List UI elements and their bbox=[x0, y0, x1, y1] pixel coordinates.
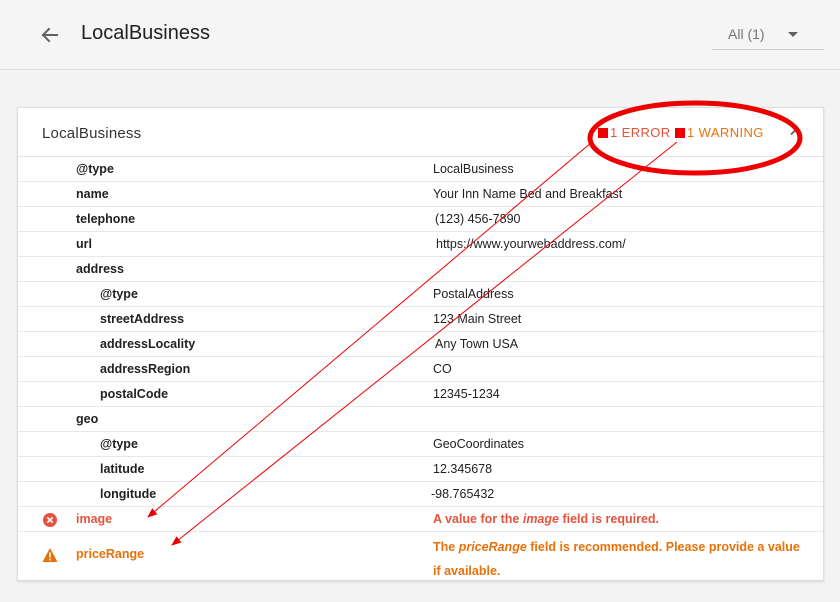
property-key: streetAddress bbox=[100, 312, 185, 326]
table-row: @type GeoCoordinates bbox=[18, 432, 823, 457]
property-key: @type bbox=[76, 162, 114, 176]
warning-count-badge[interactable]: 1 WARNING bbox=[675, 125, 764, 140]
result-card: LocalBusiness 1 ERROR 1 WARNING @type Lo… bbox=[17, 107, 824, 581]
property-key: url bbox=[76, 237, 92, 251]
property-key: longitude bbox=[100, 487, 157, 501]
property-value: 12.345678 bbox=[433, 462, 493, 476]
error-circle-icon bbox=[43, 513, 57, 527]
property-value: 12345-1234 bbox=[433, 387, 500, 401]
error-field-name: image bbox=[76, 512, 113, 526]
card-title: LocalBusiness bbox=[42, 125, 142, 142]
warning-field-name: priceRange bbox=[76, 547, 145, 561]
annotation-square-icon bbox=[598, 128, 608, 138]
back-button[interactable] bbox=[36, 21, 64, 49]
table-row: addressLocality Any Town USA bbox=[18, 332, 823, 357]
warning-row[interactable]: priceRange The priceRange field is recom… bbox=[18, 532, 823, 580]
chevron-up-icon bbox=[790, 128, 802, 136]
table-row: url https://www.yourwebaddress.com/ bbox=[18, 232, 823, 257]
property-value: -98.765432 bbox=[431, 487, 495, 501]
table-row: telephone (123) 456-7890 bbox=[18, 207, 823, 232]
page-title: LocalBusiness bbox=[81, 22, 210, 44]
property-key: name bbox=[76, 187, 109, 201]
property-key: @type bbox=[100, 287, 138, 301]
property-key: postalCode bbox=[100, 387, 169, 401]
table-row: addressRegion CO bbox=[18, 357, 823, 382]
warning-triangle-icon bbox=[42, 548, 58, 562]
warning-message: The priceRange field is recommended. Ple… bbox=[433, 540, 800, 578]
property-key: latitude bbox=[100, 462, 145, 476]
chevron-down-icon bbox=[788, 32, 798, 37]
filter-selected-value: All (1) bbox=[728, 26, 765, 42]
annotation-square-icon bbox=[675, 128, 685, 138]
arrow-back-icon bbox=[41, 27, 58, 43]
property-value: CO bbox=[433, 362, 452, 376]
error-count-badge[interactable]: 1 ERROR bbox=[598, 125, 671, 140]
table-row: postalCode 12345-1234 bbox=[18, 382, 823, 407]
property-value: 123 Main Street bbox=[433, 312, 522, 326]
filter-dropdown[interactable]: All (1) bbox=[712, 22, 824, 50]
property-table: @type LocalBusiness name Your Inn Name B… bbox=[18, 157, 823, 580]
table-row: streetAddress 123 Main Street bbox=[18, 307, 823, 332]
table-row: name Your Inn Name Bed and Breakfast bbox=[18, 182, 823, 207]
property-value: Your Inn Name Bed and Breakfast bbox=[433, 187, 623, 201]
card-header[interactable]: LocalBusiness 1 ERROR 1 WARNING bbox=[18, 108, 823, 157]
property-value: https://www.yourwebaddress.com/ bbox=[436, 237, 626, 251]
warning-count-label: 1 WARNING bbox=[687, 125, 764, 140]
property-key: @type bbox=[100, 437, 138, 451]
error-row[interactable]: image A value for the image field is req… bbox=[18, 507, 823, 532]
table-row: latitude 12.345678 bbox=[18, 457, 823, 482]
property-value: LocalBusiness bbox=[433, 162, 514, 176]
table-row: address bbox=[18, 257, 823, 282]
error-count-label: 1 ERROR bbox=[610, 125, 671, 140]
property-value: GeoCoordinates bbox=[433, 437, 525, 451]
property-key: geo bbox=[76, 412, 99, 426]
property-value: PostalAddress bbox=[433, 287, 514, 301]
error-message: A value for the image field is required. bbox=[433, 512, 660, 526]
property-key: address bbox=[76, 262, 124, 276]
table-row: @type PostalAddress bbox=[18, 282, 823, 307]
collapse-button[interactable] bbox=[788, 124, 804, 140]
property-key: addressLocality bbox=[100, 337, 196, 351]
property-value: (123) 456-7890 bbox=[435, 212, 521, 226]
table-row: longitude -98.765432 bbox=[18, 482, 823, 507]
property-key: telephone bbox=[76, 212, 136, 226]
top-bar: LocalBusiness All (1) bbox=[0, 0, 840, 70]
table-row: geo bbox=[18, 407, 823, 432]
property-key: addressRegion bbox=[100, 362, 191, 376]
property-value: Any Town USA bbox=[435, 337, 519, 351]
table-row: @type LocalBusiness bbox=[18, 157, 823, 182]
